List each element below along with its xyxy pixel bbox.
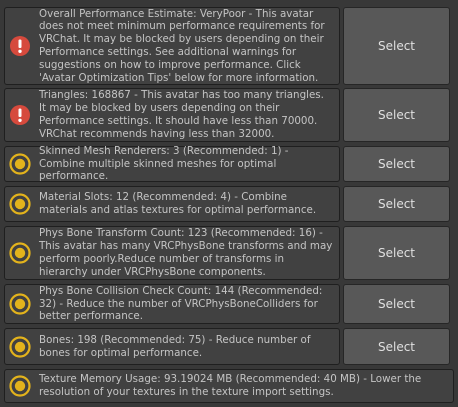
error-icon: [10, 36, 30, 56]
error-icon: [10, 105, 30, 125]
message-text: Overall Performance Estimate: VeryPoor -…: [39, 7, 325, 84]
message-text: Material Slots: 12 (Recommended: 4) - Co…: [39, 191, 317, 216]
select-button[interactable]: Select: [343, 328, 450, 365]
performance-message: Material Slots: 12 (Recommended: 4) - Co…: [4, 186, 340, 222]
warning-icon: [9, 153, 31, 175]
performance-message: Triangles: 168867 - This avatar has too …: [4, 88, 340, 142]
warning-icon: [9, 335, 31, 358]
performance-message: Overall Performance Estimate: VeryPoor -…: [4, 7, 340, 85]
message-text: Skinned Mesh Renderers: 3 (Recommended: …: [39, 144, 289, 183]
performance-message: Texture Memory Usage: 93.19024 MB (Recom…: [4, 369, 454, 403]
performance-message-row: Skinned Mesh Renderers: 3 (Recommended: …: [4, 144, 454, 183]
performance-message: Bones: 198 (Recommended: 75) - Reduce nu…: [4, 328, 340, 365]
performance-message-row: Material Slots: 12 (Recommended: 4) - Co…: [4, 186, 454, 222]
performance-message: Phys Bone Transform Count: 123 (Recommen…: [4, 226, 340, 280]
warning-icon: [9, 293, 31, 315]
select-button[interactable]: Select: [343, 284, 450, 324]
select-button[interactable]: Select: [343, 226, 450, 280]
warning-icon: [9, 242, 31, 264]
performance-message: Skinned Mesh Renderers: 3 (Recommended: …: [4, 144, 340, 183]
message-text: Texture Memory Usage: 93.19024 MB (Recom…: [39, 373, 422, 398]
performance-warnings-panel: Overall Performance Estimate: VeryPoor -…: [0, 0, 458, 407]
message-text: Bones: 198 (Recommended: 75) - Reduce nu…: [39, 333, 311, 359]
performance-message-row: Texture Memory Usage: 93.19024 MB (Recom…: [4, 369, 454, 403]
performance-message-row: Phys Bone Collision Check Count: 144 (Re…: [4, 284, 454, 324]
performance-message-row: Phys Bone Transform Count: 123 (Recommen…: [4, 226, 454, 280]
warning-icon: [9, 193, 31, 215]
select-button[interactable]: Select: [343, 7, 450, 85]
performance-message-row: Triangles: 168867 - This avatar has too …: [4, 88, 454, 142]
warning-icon: [9, 375, 31, 397]
performance-message: Phys Bone Collision Check Count: 144 (Re…: [4, 284, 340, 324]
select-button[interactable]: Select: [343, 146, 450, 182]
select-button[interactable]: Select: [343, 88, 450, 142]
message-text: Phys Bone Transform Count: 123 (Recommen…: [39, 227, 333, 278]
message-text: Phys Bone Collision Check Count: 144 (Re…: [39, 284, 323, 323]
performance-message-row: Bones: 198 (Recommended: 75) - Reduce nu…: [4, 328, 454, 365]
message-text: Triangles: 168867 - This avatar has too …: [39, 89, 324, 140]
performance-message-row: Overall Performance Estimate: VeryPoor -…: [4, 7, 454, 85]
select-button[interactable]: Select: [343, 186, 450, 222]
